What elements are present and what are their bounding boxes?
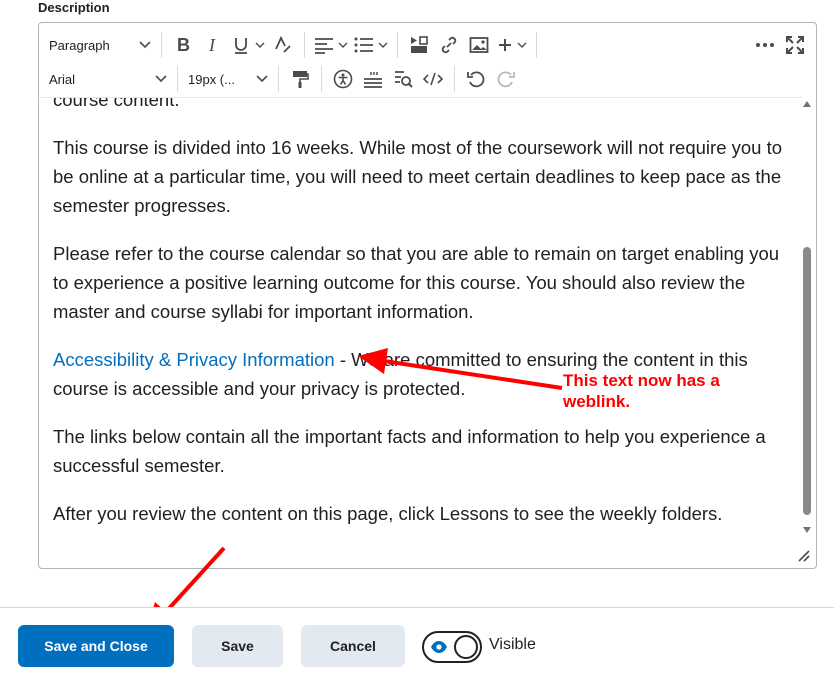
- scrollbar-thumb[interactable]: [803, 247, 811, 515]
- scroll-down-arrow-icon[interactable]: [803, 527, 811, 533]
- footer-action-bar: Save and Close Save Cancel Visible: [0, 607, 834, 680]
- chevron-down-icon: [338, 42, 348, 48]
- resize-handle-icon[interactable]: [796, 548, 810, 562]
- toolbar-divider: [536, 32, 537, 58]
- paragraph-links-below: The links below contain all the importan…: [53, 426, 766, 476]
- toolbar-divider: [397, 32, 398, 58]
- more-actions-button[interactable]: [750, 30, 780, 60]
- word-count-icon: [364, 72, 382, 88]
- insert-link-button[interactable]: [434, 30, 464, 60]
- toolbar-divider: [161, 32, 162, 58]
- editor-content-area[interactable]: course content. This course is divided i…: [39, 97, 803, 537]
- list-button[interactable]: [351, 30, 391, 60]
- save-and-close-button[interactable]: Save and Close: [18, 625, 174, 667]
- editor-scrollbar[interactable]: [802, 101, 812, 533]
- fullscreen-button[interactable]: [780, 30, 810, 60]
- italic-button[interactable]: I: [198, 30, 228, 60]
- rich-text-editor[interactable]: Paragraph B I Arial 19px (... course con…: [38, 22, 817, 569]
- eye-icon: [431, 641, 447, 653]
- editor-toolbar-row-2: Arial 19px (...: [45, 62, 521, 96]
- chevron-down-icon: [155, 75, 167, 83]
- toolbar-divider: [177, 66, 178, 92]
- toggle-knob: [454, 635, 478, 659]
- chevron-down-icon: [139, 41, 151, 49]
- insert-media-button[interactable]: [404, 30, 434, 60]
- insert-more-button[interactable]: [494, 30, 530, 60]
- svg-text:B: B: [177, 36, 190, 54]
- block-format-select[interactable]: Paragraph: [45, 30, 155, 60]
- chevron-down-icon: [256, 75, 268, 83]
- bold-icon: B: [177, 36, 190, 54]
- paragraph-partial: course content.: [53, 97, 180, 110]
- accessibility-icon: [333, 69, 353, 89]
- redo-button[interactable]: [491, 64, 521, 94]
- scroll-up-arrow-icon[interactable]: [803, 101, 811, 107]
- align-left-icon: [315, 38, 333, 54]
- more-horizontal-icon: [756, 43, 774, 47]
- insert-image-button[interactable]: [464, 30, 494, 60]
- italic-icon: I: [208, 36, 216, 54]
- chevron-down-icon: [255, 42, 265, 48]
- block-format-value: Paragraph: [49, 37, 110, 53]
- text-color-button[interactable]: [268, 30, 298, 60]
- source-code-button[interactable]: [418, 64, 448, 94]
- media-icon: [411, 36, 428, 53]
- toolbar-divider: [454, 66, 455, 92]
- align-button[interactable]: [311, 30, 351, 60]
- toolbar-divider: [304, 32, 305, 58]
- save-button[interactable]: Save: [192, 625, 283, 667]
- underline-button[interactable]: [228, 30, 268, 60]
- find-replace-icon: [395, 71, 413, 88]
- editor-content[interactable]: course content. This course is divided i…: [53, 97, 793, 537]
- svg-text:I: I: [208, 36, 216, 54]
- toolbar-divider: [321, 66, 322, 92]
- description-label: Description: [38, 0, 110, 15]
- font-family-select[interactable]: Arial: [45, 64, 171, 94]
- plus-icon: [499, 39, 511, 51]
- bold-button[interactable]: B: [168, 30, 198, 60]
- paragraph-course-weeks: This course is divided into 16 weeks. Wh…: [53, 137, 783, 216]
- paragraph-lessons: After you review the content on this pag…: [53, 503, 723, 524]
- underline-icon: [235, 38, 247, 54]
- font-size-value: 19px (...: [188, 71, 235, 87]
- fullscreen-icon: [786, 36, 804, 54]
- format-painter-icon: [293, 71, 309, 88]
- annotation-callout: This text now has a weblink.: [563, 371, 720, 411]
- font-size-select[interactable]: 19px (...: [184, 64, 272, 94]
- format-painter-button[interactable]: [285, 64, 315, 94]
- code-icon: [423, 72, 443, 86]
- editor-toolbar-row-1: Paragraph B I: [45, 28, 810, 62]
- visibility-label: Visible: [489, 636, 536, 653]
- chevron-down-icon: [517, 42, 527, 48]
- visibility-toggle[interactable]: [422, 631, 482, 663]
- image-icon: [469, 37, 489, 53]
- toolbar-divider: [278, 66, 279, 92]
- find-replace-button[interactable]: [388, 64, 418, 94]
- chevron-down-icon: [378, 42, 388, 48]
- link-icon: [441, 36, 457, 54]
- bullet-list-icon: [354, 37, 373, 53]
- paragraph-course-calendar: Please refer to the course calendar so t…: [53, 243, 780, 322]
- accessibility-privacy-link[interactable]: Accessibility & Privacy Information: [53, 349, 335, 370]
- cancel-button[interactable]: Cancel: [301, 625, 405, 667]
- redo-icon: [497, 71, 515, 88]
- font-family-value: Arial: [49, 71, 76, 87]
- undo-button[interactable]: [461, 64, 491, 94]
- font-color-icon: [275, 35, 291, 53]
- undo-icon: [467, 71, 485, 88]
- accessibility-checker-button[interactable]: [328, 64, 358, 94]
- word-count-button[interactable]: [358, 64, 388, 94]
